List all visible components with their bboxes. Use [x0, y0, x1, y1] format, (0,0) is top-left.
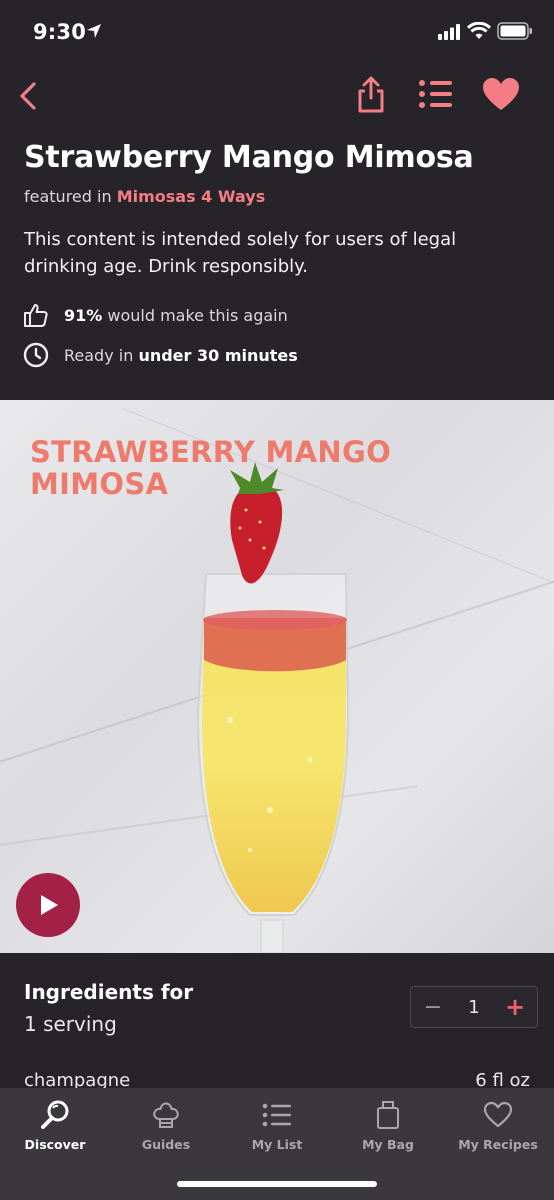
rating-text: would make this again [107, 305, 288, 325]
list-icon[interactable] [418, 78, 454, 110]
cellular-signal-icon [438, 24, 460, 40]
heart-icon[interactable] [481, 76, 521, 112]
servings-label: 1 serving [24, 1012, 117, 1036]
chef-hat-icon [149, 1100, 183, 1130]
mimosa-glass-image [196, 462, 350, 953]
tab-label: My List [251, 1137, 303, 1152]
age-disclaimer: This content is intended solely for user… [24, 229, 457, 277]
rating-stat: 91% would make this again [22, 301, 288, 329]
increase-servings-button[interactable]: + [505, 993, 525, 1021]
featured-prefix: featured in [24, 187, 112, 206]
search-icon [38, 1100, 72, 1130]
servings-count: 1 [468, 996, 480, 1018]
tab-my-recipes[interactable]: My Recipes [443, 1100, 553, 1156]
status-time: 9:30 [33, 20, 87, 44]
tab-label: My Recipes [458, 1137, 538, 1152]
tab-label: My Bag [362, 1137, 414, 1152]
rating-percent: 91% [64, 305, 103, 325]
battery-icon [497, 22, 532, 40]
recipe-title: Strawberry Mango Mimosa [24, 140, 474, 175]
tab-guides[interactable]: Guides [111, 1100, 221, 1156]
tab-label: Discover [24, 1137, 86, 1152]
recipe-video-thumbnail[interactable]: STRAWBERRY MANGO MIMOSA [0, 400, 554, 953]
clock-icon [22, 341, 50, 369]
tab-my-list[interactable]: My List [222, 1100, 332, 1156]
share-icon[interactable] [354, 74, 388, 114]
heart-icon [481, 1100, 515, 1130]
tab-label: Guides [141, 1137, 191, 1152]
tab-my-bag[interactable]: My Bag [333, 1100, 443, 1156]
featured-collection-link[interactable]: Mimosas 4 Ways [117, 187, 266, 206]
thumbs-up-icon [22, 301, 50, 329]
featured-in: featured in Mimosas 4 Ways [24, 187, 265, 206]
decrease-servings-button[interactable]: − [423, 995, 443, 1020]
ingredients-header: Ingredients for 1 serving [24, 980, 193, 1036]
status-bar: 9:30 [0, 0, 554, 62]
play-video-button[interactable] [16, 873, 80, 937]
top-navigation [0, 68, 554, 124]
tab-discover[interactable]: Discover [0, 1100, 110, 1156]
time-stat: Ready in under 30 minutes [22, 341, 298, 369]
play-icon [41, 895, 58, 915]
home-indicator[interactable] [177, 1181, 377, 1187]
bag-icon [371, 1100, 405, 1130]
list-icon [260, 1100, 294, 1130]
ingredients-heading: Ingredients for [24, 980, 194, 1004]
time-prefix: Ready in [64, 345, 134, 365]
location-arrow-icon [87, 24, 101, 38]
servings-stepper: − 1 + [410, 986, 538, 1028]
chevron-left-icon[interactable] [14, 78, 44, 114]
wifi-icon [467, 22, 491, 39]
time-value: under 30 minutes [138, 345, 298, 365]
